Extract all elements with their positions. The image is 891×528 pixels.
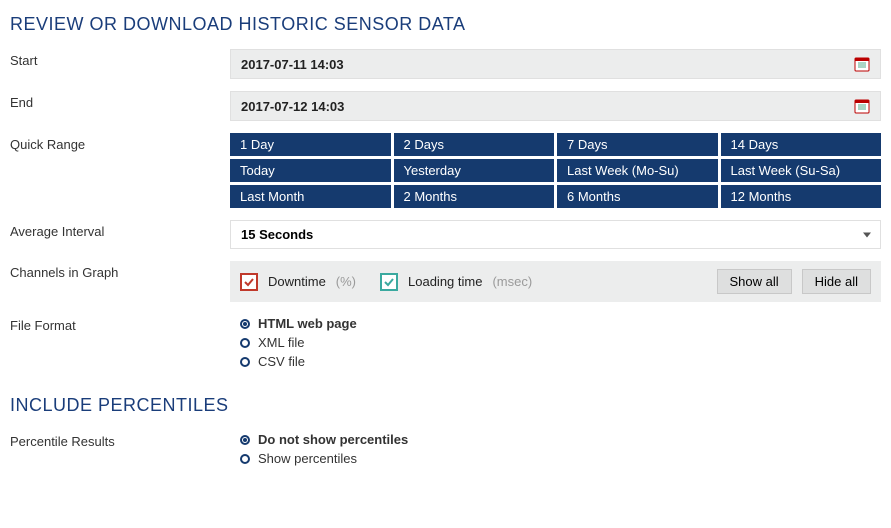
channels-box: Downtime (%) Loading time (msec) Show all Hid…: [230, 261, 881, 302]
file-format-option-label: XML file: [258, 335, 304, 350]
percentile-options-list: Do not show percentiles Show percentiles: [230, 430, 881, 468]
quick-range-grid: 1 Day2 Days7 Days14 DaysTodayYesterdayLa…: [230, 133, 881, 208]
quick-range-button[interactable]: 12 Months: [721, 185, 882, 208]
radio-icon: [240, 357, 250, 367]
percentile-option[interactable]: Do not show percentiles: [240, 430, 881, 449]
radio-icon: [240, 338, 250, 348]
file-format-option-label: CSV file: [258, 354, 305, 369]
show-all-button[interactable]: Show all: [717, 269, 792, 294]
avg-interval-select[interactable]: 15 Seconds: [230, 220, 881, 249]
section-title-historic: REVIEW OR DOWNLOAD HISTORIC SENSOR DATA: [10, 14, 881, 35]
channel-label: Downtime: [268, 274, 326, 289]
quick-range-button[interactable]: Last Week (Su-Sa): [721, 159, 882, 182]
percentile-option-label: Show percentiles: [258, 451, 357, 466]
file-format-option[interactable]: CSV file: [240, 352, 881, 371]
channels-label: Channels in Graph: [10, 261, 230, 280]
file-format-option-label: HTML web page: [258, 316, 357, 331]
radio-icon: [240, 435, 250, 445]
file-format-option[interactable]: HTML web page: [240, 314, 881, 333]
percentile-results-label: Percentile Results: [10, 430, 230, 449]
end-label: End: [10, 91, 230, 110]
file-format-list: HTML web page XML file CSV file: [230, 314, 881, 371]
channel-unit: (%): [336, 274, 356, 289]
calendar-icon[interactable]: [854, 98, 870, 114]
historic-data-section: REVIEW OR DOWNLOAD HISTORIC SENSOR DATA …: [10, 14, 881, 371]
file-format-label: File Format: [10, 314, 230, 333]
start-date-value: 2017-07-11 14:03: [241, 57, 344, 72]
radio-icon: [240, 319, 250, 329]
quick-range-button[interactable]: 14 Days: [721, 133, 882, 156]
section-title-percentiles: INCLUDE PERCENTILES: [10, 395, 881, 416]
avg-interval-label: Average Interval: [10, 220, 230, 239]
quick-range-button[interactable]: 7 Days: [557, 133, 718, 156]
percentiles-section: INCLUDE PERCENTILES Percentile Results D…: [10, 395, 881, 468]
file-format-option[interactable]: XML file: [240, 333, 881, 352]
quick-range-button[interactable]: Last Month: [230, 185, 391, 208]
end-date-field[interactable]: 2017-07-12 14:03: [230, 91, 881, 121]
quick-range-button[interactable]: Last Week (Mo-Su): [557, 159, 718, 182]
quick-range-button[interactable]: 2 Days: [394, 133, 555, 156]
quick-range-button[interactable]: 2 Months: [394, 185, 555, 208]
calendar-icon[interactable]: [854, 56, 870, 72]
radio-icon: [240, 454, 250, 464]
quick-range-button[interactable]: 1 Day: [230, 133, 391, 156]
hide-all-button[interactable]: Hide all: [802, 269, 871, 294]
start-date-field[interactable]: 2017-07-11 14:03: [230, 49, 881, 79]
start-label: Start: [10, 49, 230, 68]
percentile-option[interactable]: Show percentiles: [240, 449, 881, 468]
channel-label: Loading time: [408, 274, 482, 289]
channel-unit: (msec): [492, 274, 532, 289]
end-date-value: 2017-07-12 14:03: [241, 99, 344, 114]
quick-range-button[interactable]: Today: [230, 159, 391, 182]
quick-range-button[interactable]: Yesterday: [394, 159, 555, 182]
quick-range-label: Quick Range: [10, 133, 230, 152]
channel-checkbox[interactable]: [380, 273, 398, 291]
percentile-option-label: Do not show percentiles: [258, 432, 408, 447]
channel-checkbox[interactable]: [240, 273, 258, 291]
quick-range-button[interactable]: 6 Months: [557, 185, 718, 208]
